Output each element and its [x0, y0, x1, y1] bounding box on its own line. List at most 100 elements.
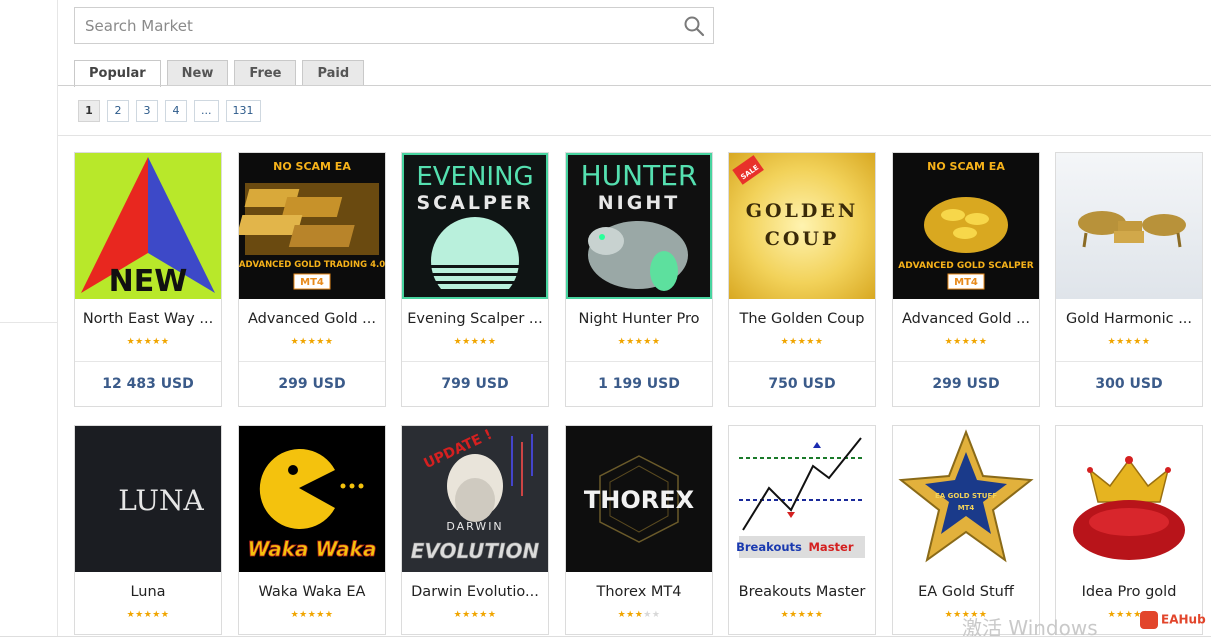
sidebar-divider: [0, 322, 58, 323]
svg-text:NEW: NEW: [109, 264, 188, 299]
svg-text:ADVANCED GOLD TRADING 4.0: ADVANCED GOLD TRADING 4.0: [239, 260, 385, 270]
market-main: Popular New Free Paid 1 2 3 4 ... 131 NE…: [58, 0, 1211, 637]
svg-text:COUP: COUP: [765, 228, 840, 250]
page-2[interactable]: 2: [107, 100, 129, 122]
svg-text:LUNA: LUNA: [118, 484, 204, 517]
product-name: Waka Waka EA: [258, 584, 366, 600]
evening-scalper-icon: EVENING SCALPER: [402, 153, 548, 299]
thorex-icon: THOREX: [566, 426, 712, 572]
pacman-icon: Waka Waka: [239, 426, 385, 572]
product-card[interactable]: NO SCAM EA ADVANCED GOLD TRADING 4.0 MT4…: [238, 152, 386, 407]
product-card[interactable]: Breakouts Master Breakouts Master ★★★★★: [728, 425, 876, 635]
page-last[interactable]: 131: [225, 100, 261, 122]
svg-text:SCALPER: SCALPER: [417, 192, 534, 214]
product-name: Advanced Gold ...: [901, 311, 1030, 327]
svg-text:GOLDEN: GOLDEN: [746, 200, 858, 222]
product-price: 12 483 USD: [75, 361, 221, 406]
product-name: Luna: [130, 584, 166, 600]
darwin-icon: UPDATE ! DARWIN EVOLUTION: [402, 426, 548, 572]
product-card[interactable]: Waka Waka Waka Waka EA ★★★★★: [238, 425, 386, 635]
tab-paid[interactable]: Paid: [302, 60, 365, 86]
product-card[interactable]: Idea Pro gold ★★★★★: [1055, 425, 1203, 635]
rating-stars: ★★★★★: [453, 337, 497, 347]
svg-text:EA GOLD STUFF: EA GOLD STUFF: [935, 492, 997, 500]
svg-text:MT4: MT4: [954, 277, 978, 288]
product-name: EA Gold Stuff: [918, 584, 1014, 600]
eahub-logo: EAHub: [1140, 611, 1206, 629]
product-card[interactable]: NO SCAM EA ADVANCED GOLD SCALPER MT4 Adv…: [892, 152, 1040, 407]
rating-stars: ★★★★★: [617, 610, 661, 620]
left-sidebar: [0, 0, 58, 637]
svg-text:NO SCAM EA: NO SCAM EA: [927, 160, 1005, 173]
svg-text:DARWIN: DARWIN: [446, 520, 503, 533]
rating-stars: ★★★★★: [617, 337, 661, 347]
svg-text:EVENING: EVENING: [416, 162, 533, 192]
pagination: 1 2 3 4 ... 131: [78, 100, 261, 122]
gold-star-icon: EA GOLD STUFF MT4: [893, 426, 1039, 572]
svg-text:MT4: MT4: [958, 504, 975, 512]
page-3[interactable]: 3: [136, 100, 158, 122]
search-input[interactable]: [85, 16, 675, 36]
breakout-chart-icon: Breakouts Master: [729, 426, 875, 572]
svg-text:HUNTER: HUNTER: [581, 159, 698, 192]
rating-stars: ★★★★★: [780, 610, 824, 620]
rating-stars: ★★★★★: [780, 337, 824, 347]
product-card[interactable]: EVENING SCALPER Evening Scalper ... ★★★★…: [401, 152, 549, 407]
rating-stars: ★★★★★: [126, 337, 170, 347]
svg-text:MT4: MT4: [300, 277, 324, 288]
product-name: Breakouts Master: [738, 584, 866, 600]
product-name: Gold Harmonic ...: [1065, 311, 1193, 327]
tab-new[interactable]: New: [166, 60, 229, 86]
product-price: 299 USD: [239, 361, 385, 406]
rating-stars: ★★★★★: [1107, 337, 1151, 347]
product-card[interactable]: LUNA Luna ★★★★★: [74, 425, 222, 635]
product-card[interactable]: NEW North East Way ... ★★★★★ 12 483 USD: [74, 152, 222, 407]
eahub-label: EAHub: [1161, 612, 1206, 627]
svg-text:EVOLUTION: EVOLUTION: [411, 539, 540, 563]
product-card[interactable]: HUNTER NIGHT Night Hunter Pro ★★★★★ 1 19…: [565, 152, 713, 407]
tab-underline: [58, 85, 1211, 86]
rating-stars: ★★★★★: [290, 610, 334, 620]
product-name: Advanced Gold ...: [247, 311, 376, 327]
tab-popular[interactable]: Popular: [74, 60, 161, 87]
tab-free[interactable]: Free: [234, 60, 297, 86]
product-price: 750 USD: [729, 361, 875, 406]
svg-text:THOREX: THOREX: [584, 486, 695, 514]
product-card[interactable]: Gold Harmonic ... ★★★★★ 300 USD: [1055, 152, 1203, 407]
product-price: 300 USD: [1056, 361, 1202, 406]
product-name: Evening Scalper ...: [407, 311, 543, 327]
product-card[interactable]: UPDATE ! DARWIN EVOLUTION Darwin Evoluti…: [401, 425, 549, 635]
gold-bars-icon: NO SCAM EA ADVANCED GOLD TRADING 4.0 MT4: [239, 153, 385, 299]
product-name: North East Way ...: [82, 311, 214, 327]
product-card[interactable]: THOREX Thorex MT4 ★★★★★: [565, 425, 713, 635]
product-card[interactable]: EA GOLD STUFF MT4 EA Gold Stuff ★★★★★: [892, 425, 1040, 635]
product-price: 299 USD: [893, 361, 1039, 406]
product-name: Darwin Evolutio...: [411, 584, 539, 600]
rating-stars: ★★★★★: [126, 610, 170, 620]
arrow-new-icon: NEW: [75, 153, 221, 299]
svg-text:Breakouts: Breakouts: [736, 540, 802, 554]
product-name: Thorex MT4: [596, 584, 682, 600]
product-card[interactable]: SALE GOLDEN COUP The Golden Coup ★★★★★ 7…: [728, 152, 876, 407]
svg-text:NO SCAM EA: NO SCAM EA: [273, 160, 351, 173]
page-ellipsis[interactable]: ...: [194, 100, 219, 122]
gold-bull-icon: [1056, 153, 1202, 299]
svg-text:Master: Master: [808, 540, 853, 554]
rating-stars: ★★★★★: [453, 610, 497, 620]
eahub-badge-icon: [1140, 611, 1158, 629]
page-4[interactable]: 4: [165, 100, 187, 122]
golden-coup-icon: SALE GOLDEN COUP: [729, 153, 875, 299]
product-name: Idea Pro gold: [1081, 584, 1177, 600]
hunter-night-icon: HUNTER NIGHT: [566, 153, 712, 299]
search-icon[interactable]: [683, 15, 705, 37]
product-name: The Golden Coup: [739, 311, 865, 327]
product-name: Night Hunter Pro: [578, 311, 700, 327]
product-price: 1 199 USD: [566, 361, 712, 406]
search-box[interactable]: [74, 7, 714, 44]
page-1[interactable]: 1: [78, 100, 100, 122]
svg-text:NIGHT: NIGHT: [598, 192, 680, 214]
product-price: 799 USD: [402, 361, 548, 406]
svg-text:Waka Waka: Waka Waka: [248, 537, 377, 561]
crown-icon: [1056, 426, 1202, 572]
filter-tabs: Popular New Free Paid: [74, 60, 365, 87]
